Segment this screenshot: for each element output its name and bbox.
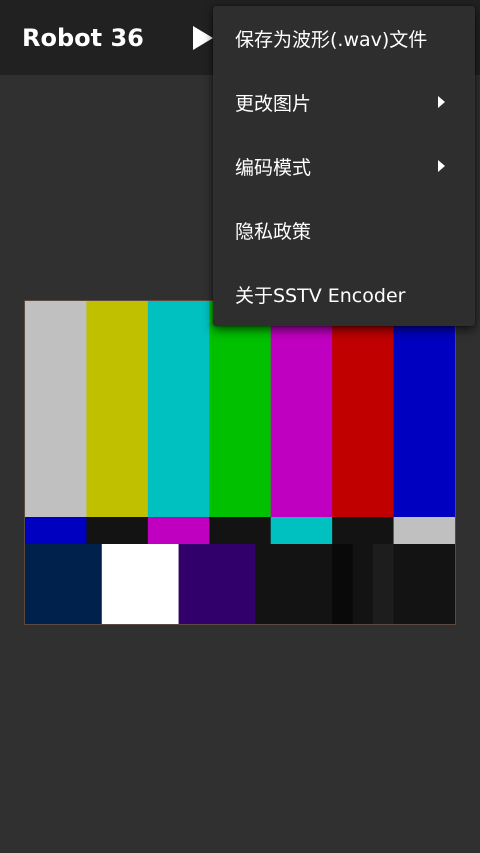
menu-item-label: 更改图片 bbox=[235, 92, 312, 115]
color-bar bbox=[393, 301, 455, 517]
castellation-bar bbox=[332, 517, 395, 544]
menu-item-about[interactable]: 关于SSTV Encoder bbox=[213, 262, 475, 326]
castellation-bar bbox=[270, 517, 333, 544]
castellation-bar bbox=[86, 517, 149, 544]
menu-item-label: 隐私政策 bbox=[235, 220, 312, 243]
play-icon bbox=[193, 26, 213, 50]
pluge-block bbox=[373, 544, 395, 624]
pluge-block bbox=[352, 544, 374, 624]
pluge-block bbox=[255, 544, 333, 624]
menu-item-label: 编码模式 bbox=[235, 156, 312, 179]
color-bar bbox=[209, 301, 272, 517]
chevron-right-icon bbox=[438, 160, 445, 172]
test-pattern-image bbox=[24, 300, 456, 625]
color-bar bbox=[86, 301, 149, 517]
menu-item-label: 保存为波形(.wav)文件 bbox=[235, 28, 428, 51]
color-bar bbox=[25, 301, 87, 517]
menu-item-privacy-policy[interactable]: 隐私政策 bbox=[213, 198, 475, 262]
color-bar bbox=[270, 301, 333, 517]
pluge-block bbox=[332, 544, 354, 624]
menu-item-label: 关于SSTV Encoder bbox=[235, 284, 406, 307]
overflow-menu: 保存为波形(.wav)文件 更改图片 编码模式 隐私政策 关于SSTV Enco… bbox=[213, 6, 475, 326]
app-title: Robot 36 bbox=[22, 24, 144, 52]
menu-item-encoding-mode[interactable]: 编码模式 bbox=[213, 134, 475, 198]
castellation-bar bbox=[147, 517, 210, 544]
castellation-bar bbox=[209, 517, 272, 544]
castellation-bar bbox=[25, 517, 87, 544]
pluge-block bbox=[25, 544, 103, 624]
castellation-bar bbox=[393, 517, 455, 544]
color-bar bbox=[332, 301, 395, 517]
menu-item-save-wav[interactable]: 保存为波形(.wav)文件 bbox=[213, 6, 475, 70]
color-bar bbox=[147, 301, 210, 517]
chevron-right-icon bbox=[438, 96, 445, 108]
pluge-block bbox=[101, 544, 180, 624]
pluge-block bbox=[178, 544, 256, 624]
menu-item-change-image[interactable]: 更改图片 bbox=[213, 70, 475, 134]
pluge-block bbox=[393, 544, 455, 624]
